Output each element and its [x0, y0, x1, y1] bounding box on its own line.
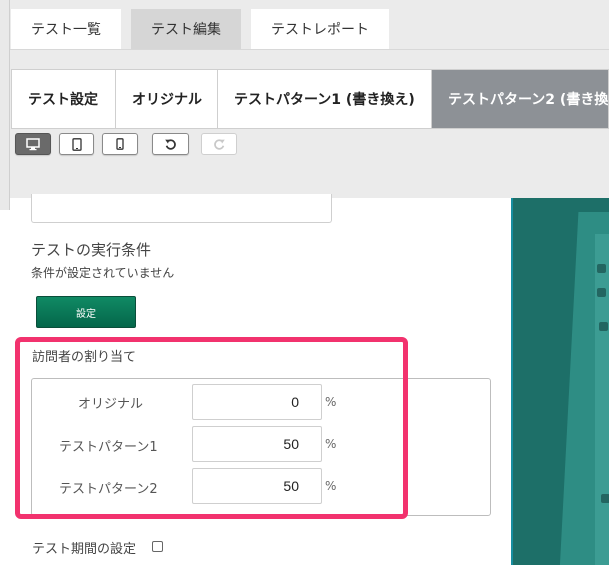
test-period-label: テスト期間の設定: [32, 542, 137, 557]
pattern-tab-bar: テスト設定 オリジナル テストパターン1 (書き換え) テストパターン2 (書き…: [11, 69, 609, 129]
redo-button[interactable]: [201, 133, 237, 155]
pattern-tab-original[interactable]: オリジナル: [116, 70, 218, 128]
allocation-input-original[interactable]: [192, 384, 322, 420]
execution-condition-title: テストの実行条件: [31, 241, 152, 259]
redo-icon: [213, 138, 225, 150]
percent-unit: %: [325, 395, 337, 409]
page-preview: [511, 198, 609, 565]
tab-divider: [10, 49, 609, 50]
allocation-label-pattern1: テストパターン1: [59, 440, 158, 455]
tab-label: テスト一覧: [31, 22, 101, 38]
tab-test-edit[interactable]: テスト編集: [131, 9, 241, 49]
visitor-allocation-title: 訪問者の割り当て: [32, 350, 137, 365]
allocation-label-original: オリジナル: [78, 397, 144, 412]
allocation-label-pattern2: テストパターン2: [59, 482, 158, 497]
preview-ui-element: [597, 264, 606, 273]
preview-ui-element: [597, 288, 606, 297]
tablet-icon: [71, 137, 82, 151]
undo-button[interactable]: [152, 133, 189, 155]
desktop-view-button[interactable]: [15, 133, 51, 155]
pattern-tab-pattern2[interactable]: テストパターン2 (書き換え): [432, 70, 608, 128]
pattern-tab-settings[interactable]: テスト設定: [12, 70, 116, 128]
mobile-icon: [116, 138, 124, 150]
tab-label: テストレポート: [271, 22, 369, 38]
pattern-tab-label: テスト設定: [28, 92, 98, 108]
pattern-tab-label: テストパターン2 (書き換え): [448, 92, 608, 108]
preview-ui-element: [601, 494, 609, 503]
pattern-tab-label: オリジナル: [132, 92, 202, 108]
preview-ui-element: [599, 322, 608, 331]
pattern-tab-label: テストパターン1 (書き換え): [234, 92, 415, 108]
undo-icon: [165, 138, 176, 150]
tablet-view-button[interactable]: [59, 133, 94, 155]
pattern-tab-pattern1[interactable]: テストパターン1 (書き換え): [218, 70, 432, 128]
left-panel-edge: [0, 0, 10, 210]
allocation-input-pattern2[interactable]: [192, 468, 322, 504]
tab-label: テスト編集: [151, 22, 221, 38]
preview-page-graphic: [595, 234, 609, 565]
percent-unit: %: [325, 437, 337, 451]
test-period-checkbox[interactable]: [152, 541, 163, 552]
percent-unit: %: [325, 479, 337, 493]
execution-condition-status: 条件が設定されていません: [31, 266, 175, 280]
tab-test-report[interactable]: テストレポート: [251, 9, 389, 49]
desktop-icon: [26, 137, 40, 150]
condition-settings-button[interactable]: 設定: [36, 296, 136, 328]
mobile-view-button[interactable]: [102, 133, 138, 155]
allocation-input-pattern1[interactable]: [192, 426, 322, 462]
text-input-field[interactable]: [31, 194, 332, 223]
tab-test-list[interactable]: テスト一覧: [11, 9, 121, 49]
